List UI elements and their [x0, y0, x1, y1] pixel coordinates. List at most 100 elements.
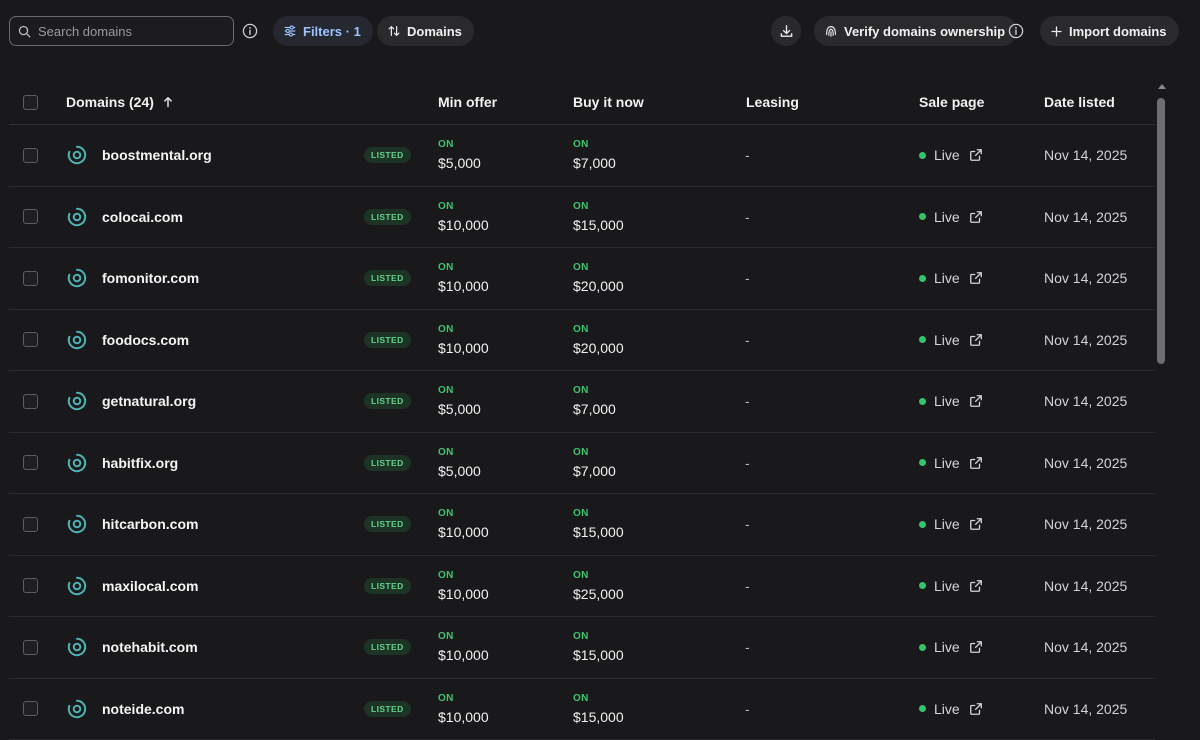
domain-cell[interactable]: foodocs.com	[102, 310, 189, 371]
min-offer-cell[interactable]: ON $5,000	[438, 125, 481, 186]
row-checkbox[interactable]	[23, 148, 38, 163]
import-domains-button[interactable]: Import domains	[1040, 16, 1179, 46]
search-box[interactable]	[9, 16, 234, 46]
external-link-icon[interactable]	[969, 702, 983, 716]
domain-name[interactable]: notehabit.com	[102, 639, 198, 655]
search-input[interactable]	[38, 24, 218, 39]
domain-name[interactable]: fomonitor.com	[102, 270, 199, 286]
min-offer-cell[interactable]: ON $10,000	[438, 679, 489, 740]
row-checkbox[interactable]	[23, 332, 38, 347]
domains-sort-button[interactable]: Domains	[377, 16, 474, 46]
status-badge: LISTED	[364, 393, 411, 409]
domain-name[interactable]: habitfix.org	[102, 455, 178, 471]
header-domains[interactable]: Domains (24)	[66, 80, 174, 124]
external-link-icon[interactable]	[969, 640, 983, 654]
table-row[interactable]: fomonitor.com LISTED ON $10,000 ON $20,0…	[9, 248, 1155, 310]
domain-cell[interactable]: fomonitor.com	[102, 248, 199, 309]
domain-cell[interactable]: getnatural.org	[102, 371, 196, 432]
row-select-cell	[23, 433, 38, 494]
table-row[interactable]: hitcarbon.com LISTED ON $10,000 ON $15,0…	[9, 494, 1155, 556]
status-badge: LISTED	[364, 270, 411, 286]
external-link-icon[interactable]	[969, 271, 983, 285]
domain-name[interactable]: boostmental.org	[102, 147, 212, 163]
domain-cell[interactable]: colocai.com	[102, 187, 183, 248]
buy-now-cell[interactable]: ON $7,000	[573, 433, 616, 494]
domain-name[interactable]: foodocs.com	[102, 332, 189, 348]
min-offer-cell[interactable]: ON $10,000	[438, 556, 489, 617]
row-select-cell	[23, 371, 38, 432]
buy-now-cell[interactable]: ON $15,000	[573, 679, 624, 740]
domain-name[interactable]: maxilocal.com	[102, 578, 199, 594]
domain-icon-cell	[67, 679, 87, 740]
live-status-dot	[919, 705, 926, 712]
header-leasing-label: Leasing	[746, 94, 799, 110]
buy-now-cell[interactable]: ON $15,000	[573, 494, 624, 555]
select-all-checkbox[interactable]	[23, 95, 38, 110]
table-row[interactable]: noteide.com LISTED ON $10,000 ON $15,000…	[9, 679, 1155, 740]
row-checkbox[interactable]	[23, 578, 38, 593]
min-offer-cell[interactable]: ON $10,000	[438, 617, 489, 678]
min-offer-cell[interactable]: ON $10,000	[438, 310, 489, 371]
min-offer-cell[interactable]: ON $5,000	[438, 433, 481, 494]
buy-now-cell[interactable]: ON $7,000	[573, 125, 616, 186]
buy-now-amount: $15,000	[573, 647, 624, 663]
buy-now-cell[interactable]: ON $7,000	[573, 371, 616, 432]
external-link-icon[interactable]	[969, 456, 983, 470]
buy-now-cell[interactable]: ON $15,000	[573, 187, 624, 248]
domain-name[interactable]: getnatural.org	[102, 393, 196, 409]
min-offer-cell[interactable]: ON $5,000	[438, 371, 481, 432]
row-checkbox[interactable]	[23, 271, 38, 286]
row-checkbox[interactable]	[23, 701, 38, 716]
scrollbar[interactable]	[1155, 84, 1169, 735]
table-row[interactable]: maxilocal.com LISTED ON $10,000 ON $25,0…	[9, 556, 1155, 618]
download-button[interactable]	[771, 16, 801, 46]
row-checkbox[interactable]	[23, 517, 38, 532]
domain-cell[interactable]: notehabit.com	[102, 617, 198, 678]
table-row[interactable]: boostmental.org LISTED ON $5,000 ON $7,0…	[9, 125, 1155, 187]
min-offer-status: ON	[438, 447, 454, 458]
search-info-button[interactable]	[240, 21, 260, 41]
domain-name[interactable]: noteide.com	[102, 701, 184, 717]
buy-now-amount: $7,000	[573, 401, 616, 417]
buy-now-cell[interactable]: ON $20,000	[573, 248, 624, 309]
table-row[interactable]: colocai.com LISTED ON $10,000 ON $15,000…	[9, 187, 1155, 249]
min-offer-amount: $10,000	[438, 278, 489, 294]
domain-cell[interactable]: maxilocal.com	[102, 556, 199, 617]
row-checkbox[interactable]	[23, 640, 38, 655]
verify-info-button[interactable]	[1006, 21, 1026, 41]
domain-cell[interactable]: hitcarbon.com	[102, 494, 198, 555]
scrollbar-thumb[interactable]	[1157, 98, 1165, 364]
table-row[interactable]: habitfix.org LISTED ON $5,000 ON $7,000 …	[9, 433, 1155, 495]
verify-ownership-button[interactable]: Verify domains ownership	[814, 16, 1017, 46]
domain-cell[interactable]: boostmental.org	[102, 125, 212, 186]
header-leasing: Leasing	[746, 80, 799, 124]
external-link-icon[interactable]	[969, 394, 983, 408]
min-offer-cell[interactable]: ON $10,000	[438, 187, 489, 248]
domain-cell[interactable]: habitfix.org	[102, 433, 178, 494]
buy-now-cell[interactable]: ON $20,000	[573, 310, 624, 371]
min-offer-cell[interactable]: ON $10,000	[438, 494, 489, 555]
external-link-icon[interactable]	[969, 148, 983, 162]
domain-name[interactable]: colocai.com	[102, 209, 183, 225]
external-link-icon[interactable]	[969, 210, 983, 224]
date-listed-cell: Nov 14, 2025	[1044, 617, 1127, 678]
filters-button[interactable]: Filters · 1	[273, 16, 373, 46]
domain-name[interactable]: hitcarbon.com	[102, 516, 198, 532]
row-checkbox[interactable]	[23, 455, 38, 470]
row-checkbox[interactable]	[23, 209, 38, 224]
min-offer-cell[interactable]: ON $10,000	[438, 248, 489, 309]
buy-now-cell[interactable]: ON $25,000	[573, 556, 624, 617]
min-offer-status: ON	[438, 262, 454, 273]
external-link-icon[interactable]	[969, 579, 983, 593]
table-row[interactable]: getnatural.org LISTED ON $5,000 ON $7,00…	[9, 371, 1155, 433]
domain-cell[interactable]: noteide.com	[102, 679, 184, 740]
row-checkbox[interactable]	[23, 394, 38, 409]
external-link-icon[interactable]	[969, 517, 983, 531]
table-row[interactable]: notehabit.com LISTED ON $10,000 ON $15,0…	[9, 617, 1155, 679]
table-row[interactable]: foodocs.com LISTED ON $10,000 ON $20,000…	[9, 310, 1155, 372]
external-link-icon[interactable]	[969, 333, 983, 347]
target-ring-icon	[67, 453, 87, 473]
buy-now-cell[interactable]: ON $15,000	[573, 617, 624, 678]
scroll-up-arrow[interactable]	[1158, 84, 1166, 89]
target-ring-icon	[67, 514, 87, 534]
